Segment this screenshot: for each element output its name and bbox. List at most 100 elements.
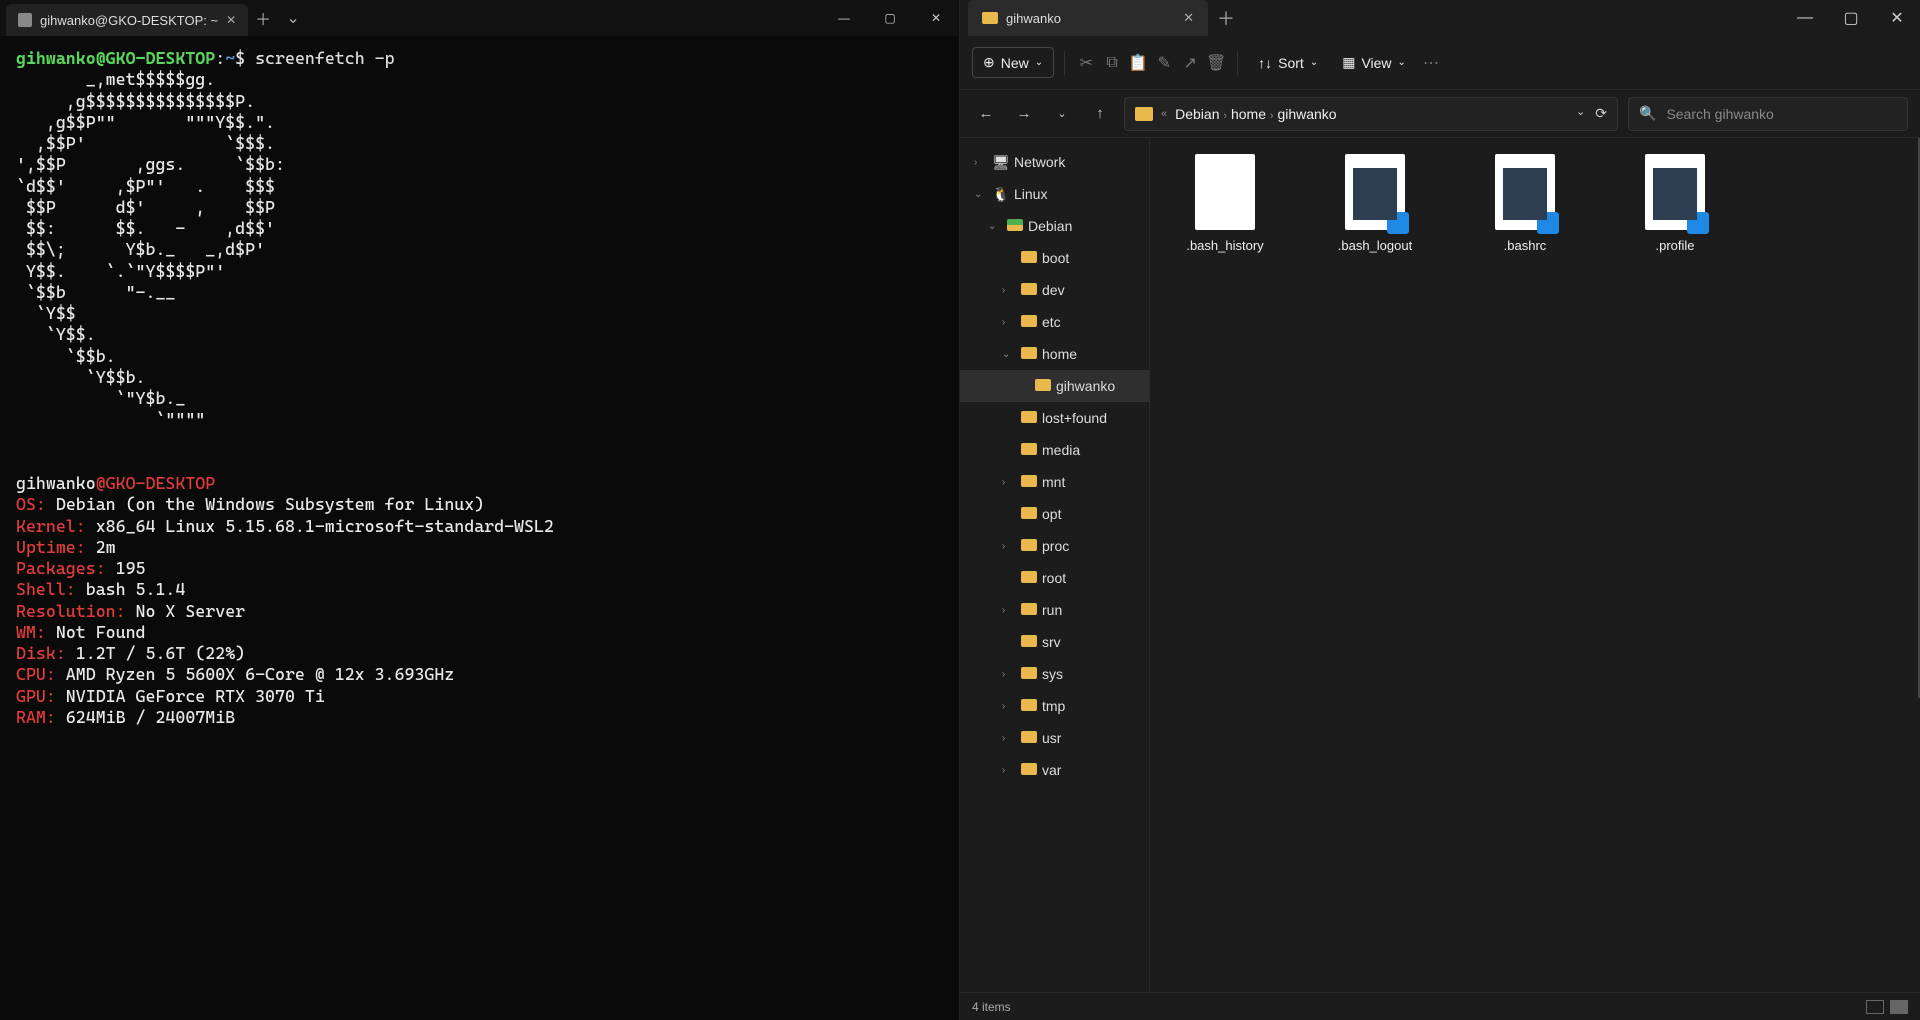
breadcrumb-segment[interactable]: home xyxy=(1231,106,1266,122)
terminal-body[interactable]: gihwanko@GKO-DESKTOP:~$ screenfetch -p _… xyxy=(0,36,959,1020)
share-icon[interactable]: ↗ xyxy=(1179,52,1201,74)
tree-item-boot[interactable]: boot xyxy=(960,242,1149,274)
tree-item-lost+found[interactable]: lost+found xyxy=(960,402,1149,434)
search-input[interactable]: 🔍 Search gihwanko xyxy=(1628,97,1908,131)
file-name: .profile xyxy=(1655,238,1694,253)
tree-item-proc[interactable]: › proc xyxy=(960,530,1149,562)
folder-icon xyxy=(1020,570,1038,586)
new-button[interactable]: ⊕ New ⌄ xyxy=(972,47,1054,78)
tree-item-dev[interactable]: › dev xyxy=(960,274,1149,306)
tree-item-run[interactable]: › run xyxy=(960,594,1149,626)
back-button[interactable]: ← xyxy=(972,100,1000,128)
view-button[interactable]: ▦ View ⌄ xyxy=(1332,48,1416,77)
file-icon xyxy=(1345,154,1405,230)
explorer-new-tab-button[interactable]: ＋ xyxy=(1208,5,1244,31)
status-bar: 4 items xyxy=(960,992,1920,1020)
maximize-button[interactable]: ▢ xyxy=(867,0,913,36)
file-item[interactable]: .bashrc xyxy=(1470,154,1580,253)
item-count: 4 items xyxy=(972,1000,1011,1014)
tree-item-var[interactable]: › var xyxy=(960,754,1149,786)
close-button[interactable]: ✕ xyxy=(1874,0,1920,36)
maximize-button[interactable]: ▢ xyxy=(1828,0,1874,36)
breadcrumb[interactable]: « Debian › home › gihwanko ⌄ ⟳ xyxy=(1124,97,1618,131)
folder-icon xyxy=(1020,474,1038,490)
folder-icon xyxy=(1020,762,1038,778)
terminal-tab[interactable]: gihwanko@GKO-DESKTOP: ~ ✕ xyxy=(6,4,248,36)
folder-icon xyxy=(1020,442,1038,458)
tree-item-home[interactable]: ⌄ home xyxy=(960,338,1149,370)
terminal-tab-close-icon[interactable]: ✕ xyxy=(226,13,236,27)
tree-item-etc[interactable]: › etc xyxy=(960,306,1149,338)
forward-button[interactable]: → xyxy=(1010,100,1038,128)
tree-item-root[interactable]: root xyxy=(960,562,1149,594)
explorer-tab[interactable]: gihwanko ✕ xyxy=(968,0,1208,36)
close-button[interactable]: ✕ xyxy=(913,0,959,36)
rename-icon[interactable]: ✎ xyxy=(1153,52,1175,74)
tree-item-sys[interactable]: › sys xyxy=(960,658,1149,690)
breadcrumb-segment[interactable]: Debian xyxy=(1175,106,1219,122)
tree-label: run xyxy=(1042,602,1062,618)
chevron-icon: › xyxy=(1002,317,1016,328)
tree-item-usr[interactable]: › usr xyxy=(960,722,1149,754)
explorer-window: gihwanko ✕ ＋ — ▢ ✕ ⊕ New ⌄ ✂ ⧉ 📋 ✎ ↗ 🗑 ↑… xyxy=(960,0,1920,1020)
refresh-icon[interactable]: ⟳ xyxy=(1595,105,1607,122)
ascii-logo: _,met$$$$$gg. ,g$$$$$$$$$$$$$$$P. ,g$$P"… xyxy=(16,69,285,429)
file-item[interactable]: .bash_logout xyxy=(1320,154,1430,253)
file-grid[interactable]: .bash_history .bash_logout .bashrc .prof… xyxy=(1150,138,1920,992)
cut-icon[interactable]: ✂ xyxy=(1075,52,1097,74)
chevron-icon: › xyxy=(1002,285,1016,296)
tree-label: srv xyxy=(1042,634,1061,650)
tree-item-Debian[interactable]: ⌄ Debian xyxy=(960,210,1149,242)
paste-icon[interactable]: 📋 xyxy=(1127,52,1149,74)
terminal-new-tab-button[interactable]: ＋ xyxy=(248,6,278,30)
folder-icon xyxy=(1020,346,1038,362)
folder-icon xyxy=(1020,410,1038,426)
tree-label: dev xyxy=(1042,282,1065,298)
recent-dropdown-icon[interactable]: ⌄ xyxy=(1048,100,1076,128)
chevron-icon: ⌄ xyxy=(988,221,1002,232)
up-button[interactable]: ↑ xyxy=(1086,100,1114,128)
file-icon xyxy=(1495,154,1555,230)
explorer-titlebar: gihwanko ✕ ＋ — ▢ ✕ xyxy=(960,0,1920,36)
minimize-button[interactable]: — xyxy=(821,0,867,36)
tree-item-Linux[interactable]: ⌄ 🐧 Linux xyxy=(960,178,1149,210)
sort-button[interactable]: ↑↓ Sort ⌄ xyxy=(1248,49,1328,77)
more-icon[interactable]: ⋯ xyxy=(1420,52,1442,74)
breadcrumb-prefix: « xyxy=(1161,108,1167,120)
file-item[interactable]: .profile xyxy=(1620,154,1730,253)
folder-icon xyxy=(982,12,998,24)
breadcrumb-segment[interactable]: gihwanko xyxy=(1277,106,1336,122)
explorer-toolbar: ⊕ New ⌄ ✂ ⧉ 📋 ✎ ↗ 🗑 ↑↓ Sort ⌄ ▦ View ⌄ ⋯ xyxy=(960,36,1920,90)
explorer-tab-close-icon[interactable]: ✕ xyxy=(1183,10,1194,26)
terminal-dropdown-button[interactable]: ⌄ xyxy=(278,8,308,28)
nav-tree[interactable]: › 🖥 Network ⌄ 🐧 Linux ⌄ Debian boot › de… xyxy=(960,138,1150,992)
minimize-button[interactable]: — xyxy=(1782,0,1828,36)
terminal-icon xyxy=(18,13,32,27)
tree-item-mnt[interactable]: › mnt xyxy=(960,466,1149,498)
vscode-badge-icon xyxy=(1537,212,1559,234)
tree-item-Network[interactable]: › 🖥 Network xyxy=(960,146,1149,178)
icons-view-icon[interactable] xyxy=(1890,1000,1908,1014)
folder-icon xyxy=(1020,250,1038,266)
tree-item-gihwanko[interactable]: gihwanko xyxy=(960,370,1149,402)
chevron-icon: › xyxy=(1002,605,1016,616)
chevron-down-icon[interactable]: ⌄ xyxy=(1576,105,1585,122)
tree-item-opt[interactable]: opt xyxy=(960,498,1149,530)
tree-label: sys xyxy=(1042,666,1063,682)
chevron-icon: › xyxy=(1002,701,1016,712)
copy-icon[interactable]: ⧉ xyxy=(1101,52,1123,74)
tree-label: tmp xyxy=(1042,698,1065,714)
tree-item-media[interactable]: media xyxy=(960,434,1149,466)
tree-item-tmp[interactable]: › tmp xyxy=(960,690,1149,722)
tree-item-srv[interactable]: srv xyxy=(960,626,1149,658)
details-view-icon[interactable] xyxy=(1866,1000,1884,1014)
folder-icon xyxy=(1020,506,1038,522)
command: screenfetch -p xyxy=(255,48,394,68)
folder-icon xyxy=(1020,634,1038,650)
file-name: .bashrc xyxy=(1504,238,1547,253)
delete-icon[interactable]: 🗑 xyxy=(1205,52,1227,74)
tree-label: Linux xyxy=(1014,186,1047,202)
explorer-navbar: ← → ⌄ ↑ « Debian › home › gihwanko ⌄ ⟳ 🔍… xyxy=(960,90,1920,138)
file-item[interactable]: .bash_history xyxy=(1170,154,1280,253)
folder-icon xyxy=(1135,107,1153,121)
